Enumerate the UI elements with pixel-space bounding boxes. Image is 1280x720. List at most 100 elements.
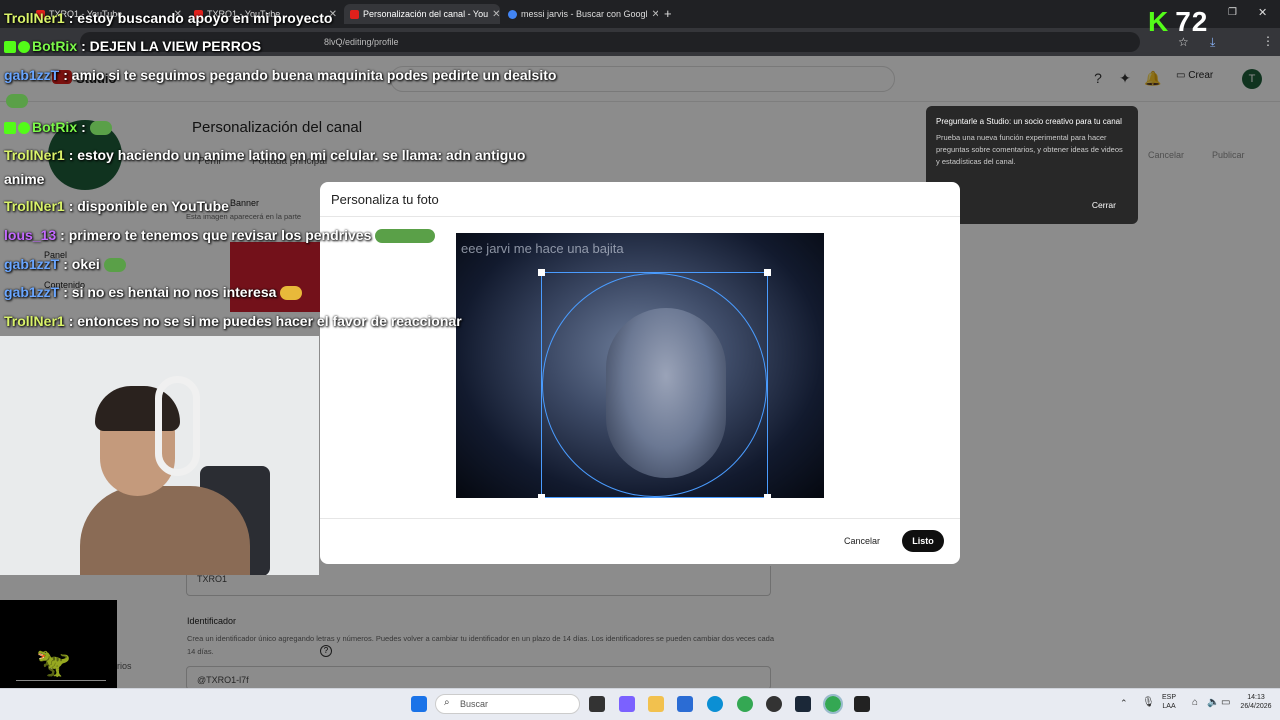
chat-user: lous_13 bbox=[4, 227, 57, 243]
browser-tab[interactable]: messi jarvis - Buscar con Googl ✕ bbox=[502, 4, 658, 24]
clock[interactable]: 14:13 26/4/2026 bbox=[1236, 693, 1276, 711]
profile-photo: eee jarvi me hace una bajita bbox=[456, 233, 824, 498]
modal-title: Personaliza tu foto bbox=[331, 192, 439, 207]
emote-icon bbox=[103, 258, 126, 273]
lang-top: ESP bbox=[1162, 694, 1177, 701]
chat-text: : DEJEN LA VIEW PERROS bbox=[81, 38, 262, 54]
chat-message: BotRix: DEJEN LA VIEW PERROS bbox=[4, 38, 261, 54]
chat-text: : estoy buscando apoyo en mi proyecto bbox=[68, 10, 333, 26]
google-icon bbox=[508, 9, 517, 19]
file-explorer-icon[interactable] bbox=[648, 696, 664, 712]
done-button[interactable]: Listo bbox=[902, 530, 944, 552]
chat-text: : estoy haciendo un anime latino en mi c… bbox=[68, 147, 526, 163]
chat-message: TrollNer1: entonces no se si me puedes h… bbox=[4, 313, 462, 329]
tab-label: Personalización del canal - You bbox=[363, 9, 489, 19]
close-window-icon[interactable]: ✕ bbox=[1258, 6, 1267, 19]
chat-message: TrollNer1: estoy haciendo un anime latin… bbox=[4, 147, 525, 163]
chat-message: anime bbox=[4, 171, 44, 187]
chat-message: TrollNer1: estoy buscando apoyo en mi pr… bbox=[4, 10, 332, 26]
tooltip-title: Preguntarle a Studio: un socio creativo … bbox=[936, 117, 1122, 126]
chat-text: : disponible en YouTube bbox=[68, 198, 229, 214]
bot-badge-icon bbox=[4, 122, 16, 135]
tooltip-close-button[interactable]: Cerrar bbox=[1092, 200, 1116, 210]
lang-bottom: LAA bbox=[1162, 703, 1176, 710]
dino-icon: 🦖 bbox=[36, 647, 71, 678]
tooltip-body: Prueba una nueva función experimental pa… bbox=[936, 133, 1123, 166]
chat-message: lous_13: primero te tenemos que revisar … bbox=[4, 227, 436, 244]
headphones bbox=[155, 376, 200, 476]
browser-tab-active[interactable]: Personalización del canal - You ✕ bbox=[344, 4, 500, 24]
emote-icon bbox=[89, 121, 112, 136]
copilot-icon[interactable] bbox=[619, 696, 635, 712]
crop-handle-top-right[interactable] bbox=[764, 269, 771, 276]
edge-icon[interactable] bbox=[707, 696, 723, 712]
clock-date: 26/4/2026 bbox=[1240, 703, 1272, 710]
restore-icon[interactable]: ❐ bbox=[1228, 7, 1237, 18]
task-view-icon[interactable] bbox=[589, 696, 605, 712]
clock-time: 14:13 bbox=[1247, 694, 1265, 701]
chrome-icon[interactable] bbox=[737, 696, 753, 712]
viewer-count: 72 bbox=[1175, 6, 1209, 37]
chat-message: BotRix: bbox=[4, 119, 112, 136]
chat-text: anime bbox=[4, 171, 45, 187]
download-icon[interactable]: ⤓ bbox=[1210, 35, 1215, 50]
mic-icon[interactable]: 🎙 bbox=[1142, 697, 1155, 708]
chat-text: : bbox=[81, 119, 86, 135]
chat-user: TrollNer1 bbox=[4, 313, 65, 329]
search-icon: ⌕ bbox=[444, 697, 450, 708]
language-indicator[interactable]: ESP LAA bbox=[1162, 693, 1176, 711]
chat-user: TrollNer1 bbox=[4, 147, 65, 163]
divider bbox=[320, 216, 960, 217]
emote-icon bbox=[280, 286, 303, 301]
youtube-icon bbox=[350, 9, 359, 19]
chrome-dev-icon[interactable] bbox=[766, 696, 782, 712]
chat-message: TrollNer1: disponible en YouTube bbox=[4, 198, 229, 214]
cancel-button[interactable]: Cancelar bbox=[830, 530, 894, 552]
verified-icon bbox=[18, 122, 30, 135]
taskbar bbox=[0, 688, 1280, 720]
capcut-icon[interactable] bbox=[854, 696, 870, 712]
menu-icon[interactable]: ⋮ bbox=[1262, 34, 1274, 48]
close-icon[interactable]: ✕ bbox=[492, 9, 500, 20]
chat-text: : okei bbox=[63, 256, 100, 272]
crop-circle bbox=[542, 273, 767, 497]
chat-text: : primero te tenemos que revisar los pen… bbox=[60, 227, 372, 243]
photo-caption: eee jarvi me hace una bajita bbox=[461, 241, 624, 256]
verified-icon bbox=[18, 41, 30, 54]
chevron-up-icon[interactable]: ⌃ bbox=[1120, 698, 1128, 709]
divider bbox=[320, 518, 960, 519]
chat-user: gab1zzT bbox=[4, 67, 60, 83]
steam-icon[interactable] bbox=[795, 696, 811, 712]
crop-handle-bottom-left[interactable] bbox=[538, 494, 545, 498]
chat-user: TrollNer1 bbox=[4, 198, 65, 214]
chat-text: : entonces no se si me puedes hacer el f… bbox=[68, 313, 462, 329]
tab-label: messi jarvis - Buscar con Googl bbox=[521, 9, 648, 19]
battery-icon[interactable]: ▭ bbox=[1221, 697, 1230, 708]
crop-handle-top-left[interactable] bbox=[538, 269, 545, 276]
bot-badge-icon bbox=[4, 41, 16, 54]
chat-text: : amio si te seguimos pegando buena maqu… bbox=[63, 67, 557, 83]
chat-message: gab1zzT: okei bbox=[4, 256, 126, 273]
network-icon[interactable]: ⌂ bbox=[1192, 697, 1198, 708]
store-icon[interactable] bbox=[677, 696, 693, 712]
chat-user: TrollNer1 bbox=[4, 10, 65, 26]
chat-user: gab1zzT bbox=[4, 256, 60, 272]
crop-handle-bottom-right[interactable] bbox=[764, 494, 771, 498]
taskbar-search[interactable]: Buscar bbox=[435, 694, 580, 714]
chat-message: gab1zzT: si no es hentai no nos interesa bbox=[4, 284, 303, 301]
emote-icon bbox=[6, 92, 28, 110]
kick-viewer-count: K 72 bbox=[1148, 6, 1208, 38]
new-tab-icon[interactable]: + bbox=[664, 6, 672, 21]
chat-text: : si no es hentai no nos interesa bbox=[63, 284, 277, 300]
start-icon[interactable] bbox=[411, 696, 427, 712]
game-ground bbox=[16, 680, 106, 681]
url-text: 8lvQ/editing/profile bbox=[324, 37, 399, 47]
chrome-active-icon[interactable] bbox=[823, 694, 843, 714]
close-icon[interactable]: ✕ bbox=[652, 9, 658, 20]
chat-user: gab1zzT bbox=[4, 284, 60, 300]
crop-box[interactable] bbox=[538, 269, 771, 498]
kick-logo-icon: K bbox=[1148, 6, 1170, 37]
volume-icon[interactable]: 🔈 bbox=[1207, 697, 1219, 708]
person-shirt bbox=[80, 486, 250, 575]
search-placeholder: Buscar bbox=[460, 699, 489, 709]
